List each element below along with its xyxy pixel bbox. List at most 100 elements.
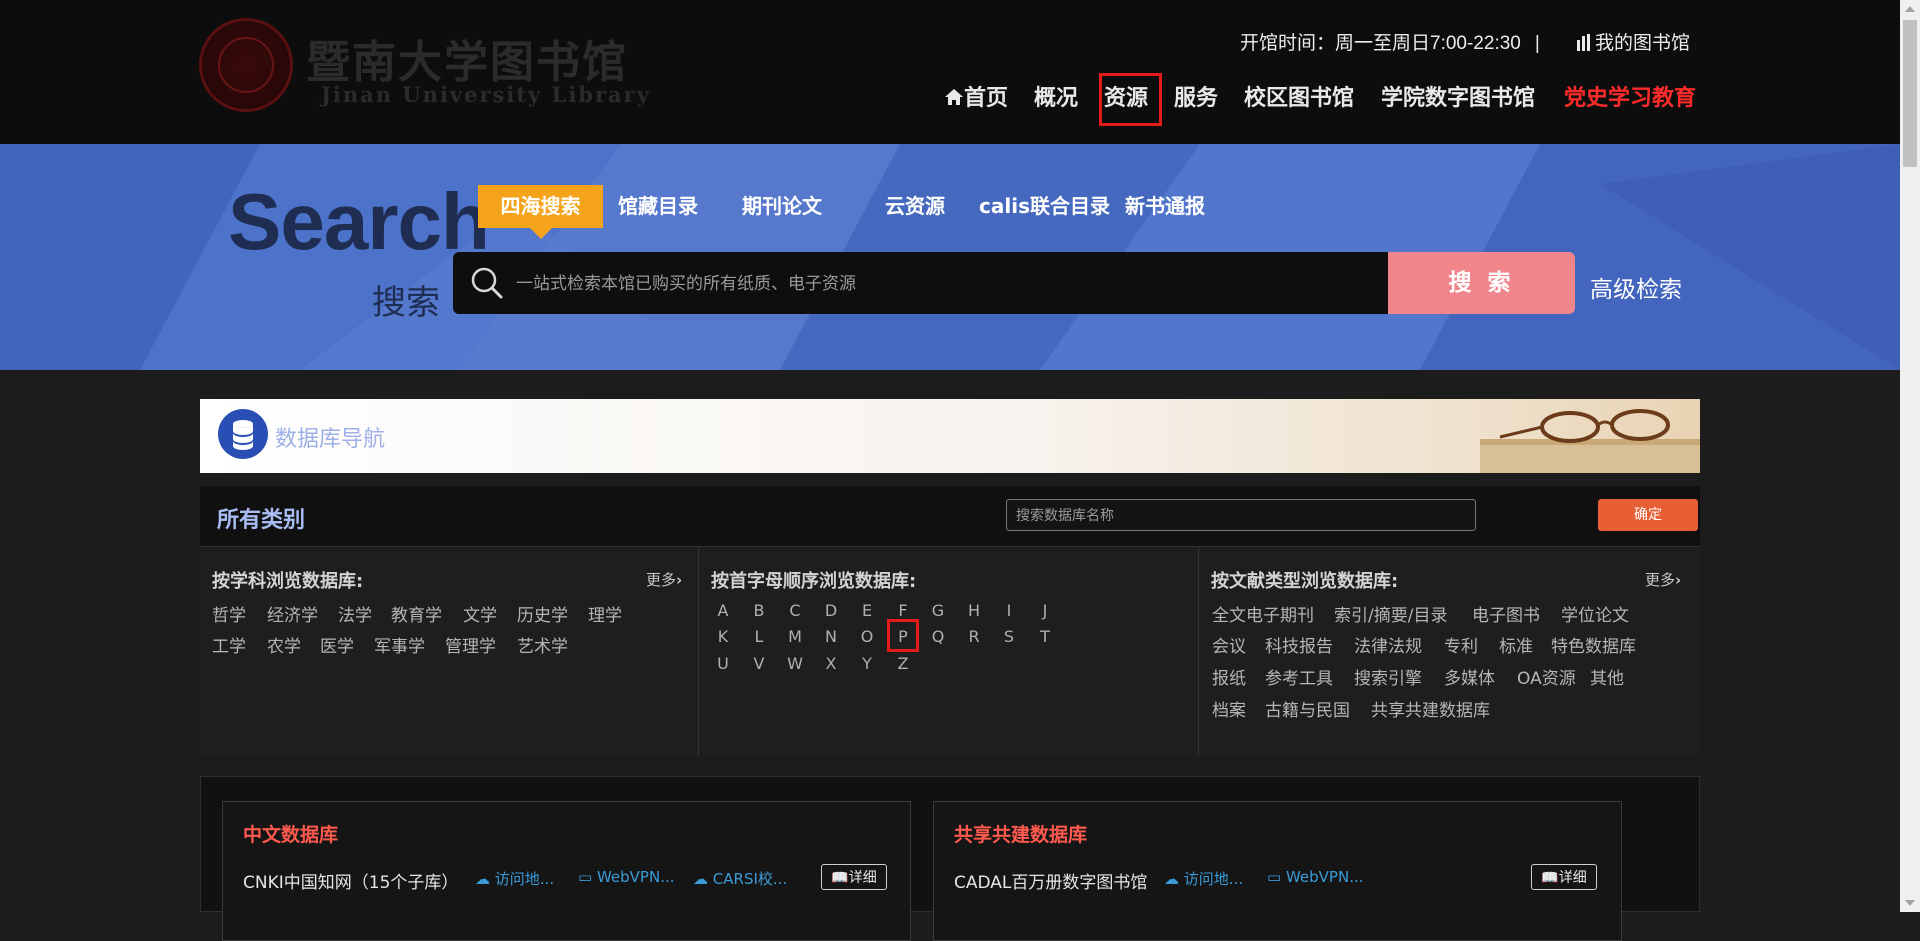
nav-campus-libraries[interactable]: 校区图书馆 [1244, 80, 1354, 112]
letter-z[interactable]: Z [893, 654, 913, 673]
nav-overview[interactable]: 概况 [1034, 80, 1078, 112]
nav-college-digital-libraries[interactable]: 学院数字图书馆 [1381, 80, 1535, 112]
scroll-up-arrow-icon[interactable] [1900, 0, 1920, 18]
letter-d[interactable]: D [821, 601, 841, 620]
subject-engineering[interactable]: 工学 [212, 632, 246, 657]
subject-management[interactable]: 管理学 [445, 632, 496, 657]
confirm-button[interactable]: 确定 [1598, 499, 1698, 531]
detail-button[interactable]: 📖详细 [821, 864, 887, 890]
letter-e[interactable]: E [857, 601, 877, 620]
letter-a[interactable]: A [713, 601, 733, 620]
letter-v[interactable]: V [749, 654, 769, 673]
type-reference-tools[interactable]: 参考工具 [1265, 664, 1333, 689]
letter-g[interactable]: G [928, 601, 948, 620]
type-conferences[interactable]: 会议 [1212, 632, 1246, 657]
type-ebooks[interactable]: 电子图书 [1472, 601, 1540, 626]
type-standards[interactable]: 标准 [1499, 632, 1533, 657]
subject-science[interactable]: 理学 [588, 601, 622, 626]
database-name-cnki[interactable]: CNKI中国知网（15个子库） [243, 868, 458, 893]
scroll-down-arrow-icon[interactable] [1900, 894, 1920, 912]
tab-cloud-resources[interactable]: 云资源 [885, 185, 945, 228]
database-name-search-input[interactable] [1006, 499, 1476, 531]
category-panel: 所有类别 确定 按学科浏览数据库: 更多› 哲学 经济学 法学 教育学 文学 历… [200, 486, 1700, 756]
tab-sihai-search[interactable]: 四海搜索 [478, 185, 603, 228]
access-address-link[interactable]: ☁ 访问地... [475, 868, 554, 889]
type-shared-databases[interactable]: 共享共建数据库 [1371, 696, 1490, 721]
logo-text-cn: 暨南大学图书馆 [306, 37, 628, 88]
carsi-link[interactable]: ☁ CARSI校... [693, 868, 787, 889]
type-patents[interactable]: 专利 [1444, 632, 1478, 657]
page-scrollbar[interactable] [1900, 0, 1920, 912]
library-seal-logo[interactable] [199, 18, 293, 112]
type-full-text-ejournals[interactable]: 全文电子期刊 [1212, 601, 1314, 626]
letter-h[interactable]: H [964, 601, 984, 620]
type-oa-resources[interactable]: OA资源 [1517, 664, 1576, 689]
nav-home[interactable]: 首页 [944, 80, 1008, 112]
subject-more-link[interactable]: 更多› [646, 569, 682, 590]
letter-s[interactable]: S [999, 627, 1019, 646]
detail-button[interactable]: 📖详细 [1531, 864, 1597, 890]
tab-calis-union-catalog[interactable]: calis联合目录 [979, 185, 1110, 228]
type-other[interactable]: 其他 [1590, 664, 1624, 689]
type-dissertations[interactable]: 学位论文 [1561, 601, 1629, 626]
letter-k[interactable]: K [713, 627, 733, 646]
type-tech-reports[interactable]: 科技报告 [1265, 632, 1333, 657]
letter-w[interactable]: W [785, 654, 805, 673]
type-index-abstract[interactable]: 索引/摘要/目录 [1334, 601, 1447, 626]
webvpn-link[interactable]: ▭ WebVPN... [578, 868, 675, 886]
letter-x[interactable]: X [821, 654, 841, 673]
tab-catalog[interactable]: 馆藏目录 [618, 185, 698, 228]
subject-philosophy[interactable]: 哲学 [212, 601, 246, 626]
database-card-shared: 共享共建数据库 CADAL百万册数字图书馆 ☁ 访问地... ▭ WebVPN.… [933, 801, 1622, 941]
tab-new-books[interactable]: 新书通报 [1125, 185, 1205, 228]
subject-medicine[interactable]: 医学 [320, 632, 354, 657]
letter-u[interactable]: U [713, 654, 733, 673]
tab-journals[interactable]: 期刊论文 [742, 185, 822, 228]
letter-q[interactable]: Q [928, 627, 948, 646]
my-library-link[interactable]: 我的图书馆 [1577, 28, 1690, 55]
letter-t[interactable]: T [1035, 627, 1055, 646]
nav-party-history-education[interactable]: 党史学习教育 [1564, 80, 1696, 112]
subject-law[interactable]: 法学 [338, 601, 372, 626]
type-multimedia[interactable]: 多媒体 [1444, 664, 1495, 689]
subject-history[interactable]: 历史学 [517, 601, 568, 626]
letter-o[interactable]: O [857, 627, 877, 646]
letter-y[interactable]: Y [857, 654, 877, 673]
chevron-right-icon: › [1675, 571, 1682, 589]
letter-r[interactable]: R [964, 627, 984, 646]
type-more-link[interactable]: 更多› [1645, 569, 1681, 590]
cloud-icon: ☁ [1164, 870, 1179, 888]
subject-arts[interactable]: 艺术学 [517, 632, 568, 657]
subject-military[interactable]: 军事学 [374, 632, 425, 657]
scrollbar-thumb[interactable] [1903, 20, 1917, 167]
type-special-databases[interactable]: 特色数据库 [1551, 632, 1636, 657]
letter-j[interactable]: J [1035, 601, 1055, 620]
letter-f[interactable]: F [893, 601, 913, 620]
letter-l[interactable]: L [749, 627, 769, 646]
advanced-search-link[interactable]: 高级检索 [1590, 270, 1682, 304]
seal-inner-ring [218, 37, 274, 93]
access-address-link[interactable]: ☁ 访问地... [1164, 868, 1243, 889]
webvpn-link[interactable]: ▭ WebVPN... [1267, 868, 1364, 886]
browse-by-letter-title: 按首字母顺序浏览数据库: [711, 571, 917, 592]
letter-n[interactable]: N [821, 627, 841, 646]
search-button[interactable]: 搜 索 [1388, 252, 1575, 314]
subject-agriculture[interactable]: 农学 [267, 632, 301, 657]
subject-literature[interactable]: 文学 [463, 601, 497, 626]
letter-c[interactable]: C [785, 601, 805, 620]
letter-m[interactable]: M [785, 627, 805, 646]
subject-economics[interactable]: 经济学 [267, 601, 318, 626]
database-name-cadal[interactable]: CADAL百万册数字图书馆 [954, 868, 1147, 893]
type-ancient-republican-books[interactable]: 古籍与民国 [1265, 696, 1350, 721]
nav-services[interactable]: 服务 [1174, 80, 1218, 112]
database-card-chinese: 中文数据库 CNKI中国知网（15个子库） ☁ 访问地... ▭ WebVPN.… [222, 801, 911, 941]
opening-hours: 开馆时间：周一至周日7:00-22:30 [1240, 33, 1521, 54]
type-newspapers[interactable]: 报纸 [1212, 664, 1246, 689]
type-archives[interactable]: 档案 [1212, 696, 1246, 721]
search-input[interactable] [514, 252, 1368, 316]
type-search-engines[interactable]: 搜索引擎 [1354, 664, 1422, 689]
letter-i[interactable]: I [999, 601, 1019, 620]
type-laws[interactable]: 法律法规 [1354, 632, 1422, 657]
subject-education[interactable]: 教育学 [391, 601, 442, 626]
letter-b[interactable]: B [749, 601, 769, 620]
